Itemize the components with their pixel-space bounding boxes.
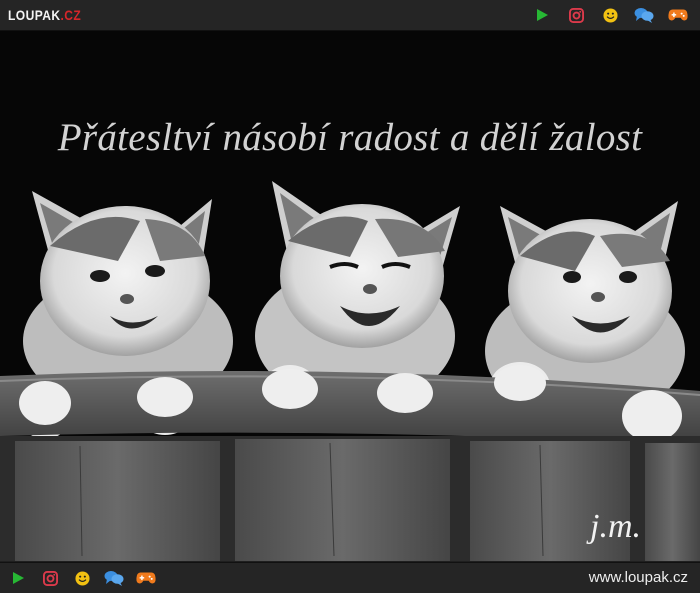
kittens-illustration xyxy=(0,31,700,561)
kittens-photo: Přátesltví násobí radost a dělí žalost j… xyxy=(0,31,700,561)
bottom-bar: www.loupak.cz xyxy=(0,562,700,593)
top-bar: LOUPAK.CZ xyxy=(0,0,700,31)
instagram-icon[interactable] xyxy=(566,5,586,25)
gamepad-icon[interactable] xyxy=(668,5,688,25)
chat-icon[interactable] xyxy=(104,568,124,588)
logo-suffix: .CZ xyxy=(60,7,82,23)
site-url-link[interactable]: www.loupak.cz xyxy=(589,563,688,593)
site-logo[interactable]: LOUPAK.CZ xyxy=(8,5,81,25)
photo-caption: Přátesltví násobí radost a dělí žalost xyxy=(57,116,643,159)
instagram-icon[interactable] xyxy=(40,568,60,588)
photo-signature: j.m. xyxy=(590,508,641,545)
play-icon[interactable] xyxy=(8,568,28,588)
play-icon[interactable] xyxy=(532,5,552,25)
bottom-icon-group xyxy=(8,563,156,593)
top-icon-group xyxy=(532,0,688,30)
smiley-icon[interactable] xyxy=(72,568,92,588)
smiley-icon[interactable] xyxy=(600,5,620,25)
chat-icon[interactable] xyxy=(634,5,654,25)
logo-text: LOUPAK xyxy=(8,7,61,23)
gamepad-icon[interactable] xyxy=(136,568,156,588)
